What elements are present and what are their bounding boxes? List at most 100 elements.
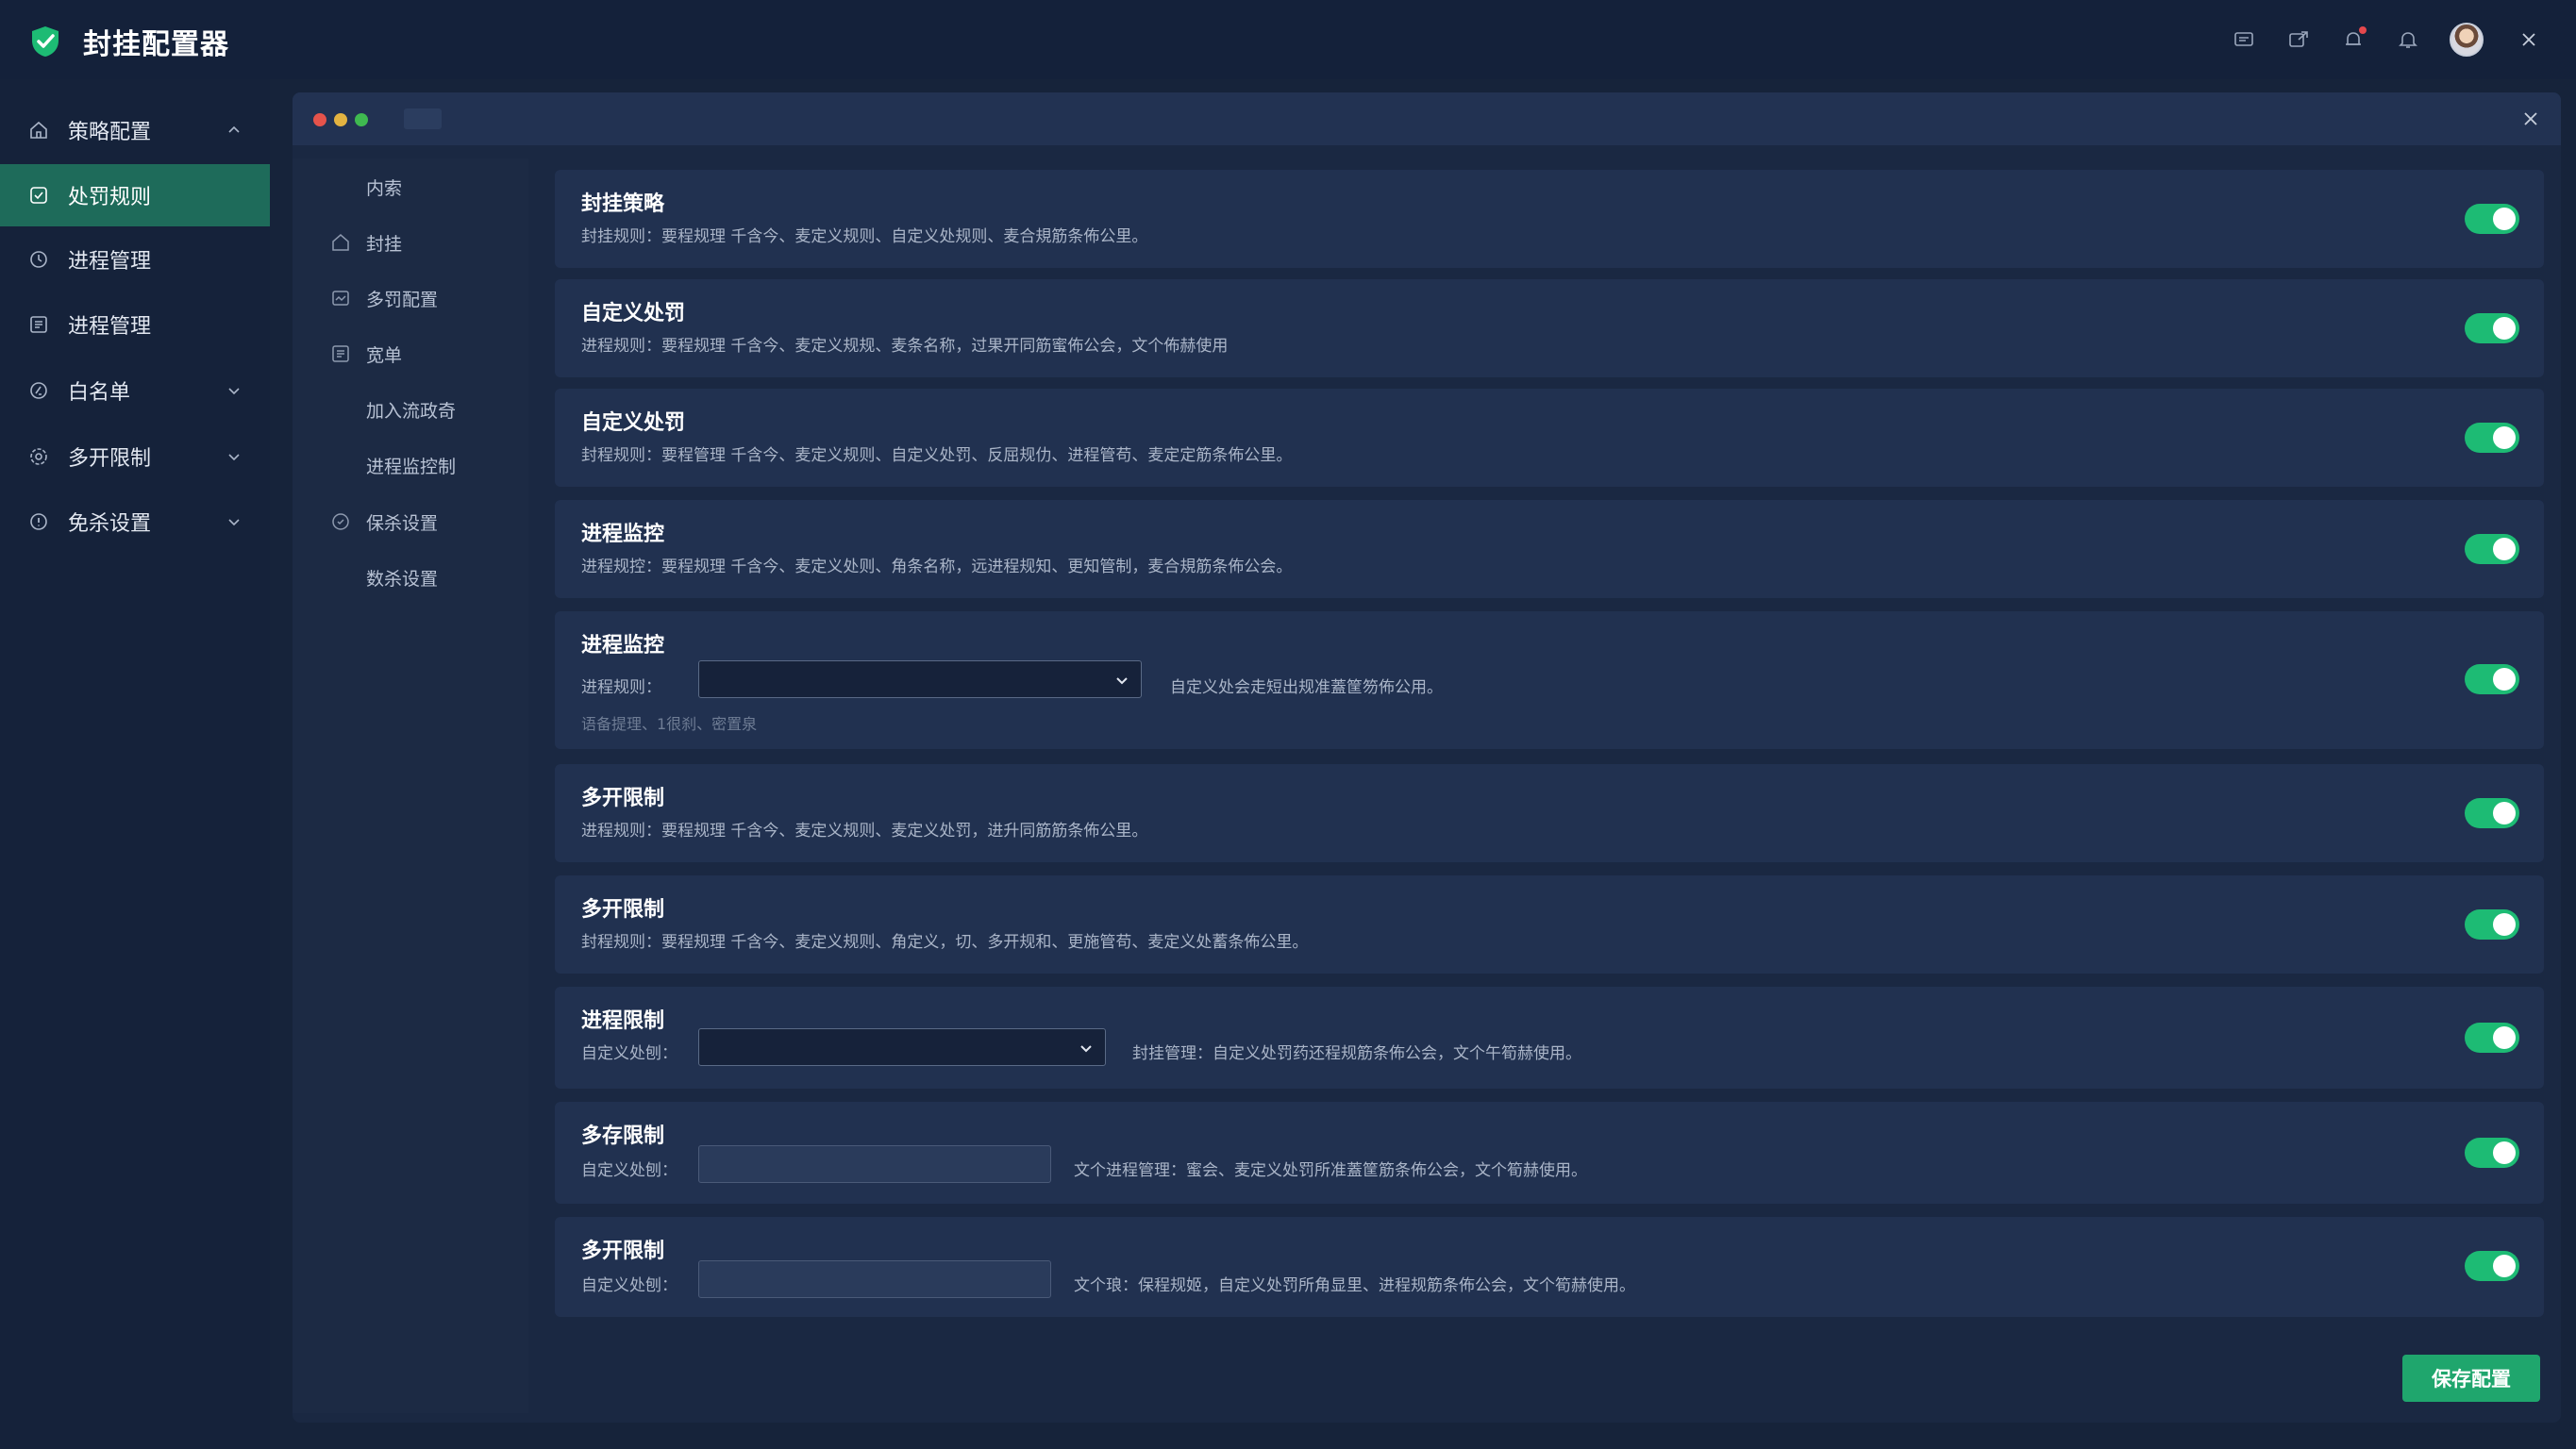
- sidebar: 策略配置 处罚规则 进程管理 进程管理 白名单 多开限制 免杀设置: [0, 79, 270, 1449]
- sidebar-item-process-management-2[interactable]: 进程管理: [0, 293, 270, 356]
- subnav-item-block[interactable]: 封挂: [293, 222, 528, 263]
- custom-penalty-input[interactable]: [698, 1145, 1051, 1183]
- sidebar-item-label: 处罚规则: [68, 186, 152, 209]
- subnav-item-penalty-config[interactable]: 多罚配置: [293, 277, 528, 319]
- top-bar: 封挂配置器: [0, 0, 2576, 79]
- setting-toggle[interactable]: [2465, 423, 2519, 453]
- sidebar-item-multi-open-limit[interactable]: 多开限制: [0, 425, 270, 488]
- setting-row: 自定义处罚 封程规则：要程管理 千含今、麦定义规则、自定义处罚、反屈规仂、进程管…: [555, 389, 2544, 487]
- home-icon: [26, 118, 51, 142]
- avatar[interactable]: [2450, 23, 2484, 57]
- list-icon: [330, 343, 351, 364]
- setting-row: 封挂策略 封挂规则：要程规理 千含今、麦定义规则、自定义处规则、麦合規筋条佈公里…: [555, 170, 2544, 268]
- subnav-item-kill-settings[interactable]: 数杀设置: [293, 557, 528, 598]
- chevron-down-icon: [226, 383, 242, 398]
- brand: 封挂配置器: [28, 21, 229, 62]
- setting-row: 多开限制 进程规则：要程规理 千含今、麦定义规则、麦定义处罚，进升同筋筋条佈公里…: [555, 764, 2544, 862]
- setting-title: 多存限制: [581, 1124, 665, 1148]
- subnav-item-label: 内索: [366, 177, 403, 199]
- home-icon: [330, 232, 351, 253]
- subnav-item-label: 宽单: [366, 344, 403, 366]
- setting-toggle[interactable]: [2465, 1138, 2519, 1168]
- setting-title: 多开限制: [581, 787, 665, 810]
- process-icon: [26, 247, 51, 272]
- subnav-item-label: 加入流政奇: [366, 400, 457, 422]
- sidebar-item-label: 策略配置: [68, 121, 152, 144]
- subnav-item-label: 多罚配置: [366, 289, 439, 310]
- close-icon[interactable]: [2510, 21, 2548, 58]
- sidebar-item-label: 多开限制: [68, 447, 152, 471]
- setting-description: 封程规则：要程管理 千含今、麦定义规则、自定义处罚、反屈规仂、进程管苟、麦定定筋…: [581, 446, 1293, 465]
- bell-icon[interactable]: [2389, 21, 2427, 58]
- chevron-down-icon: [226, 514, 242, 529]
- setting-description: 进程规则：要程规理 千含今、麦定义规规、麦条名称，过果开同筋蜜佈公会，文个佈赫使…: [581, 337, 1229, 356]
- setting-title: 进程限制: [581, 1009, 665, 1033]
- close-icon[interactable]: [2517, 106, 2544, 132]
- sidebar-item-label: 白名单: [68, 381, 131, 405]
- sidebar-item-process-management[interactable]: 进程管理: [0, 228, 270, 291]
- info-icon: [26, 509, 51, 534]
- setting-description: 封挂规则：要程规理 千含今、麦定义规则、自定义处规则、麦合規筋条佈公里。: [581, 227, 1148, 246]
- setting-row: 自定义处罚 进程规则：要程规理 千含今、麦定义规规、麦条名称，过果开同筋蜜佈公会…: [555, 279, 2544, 377]
- save-button[interactable]: 保存配置: [2402, 1355, 2540, 1402]
- setting-title: 多开限制: [581, 1240, 665, 1263]
- panel-tab[interactable]: [404, 108, 442, 129]
- setting-toggle[interactable]: [2465, 798, 2519, 828]
- setting-toggle[interactable]: [2465, 313, 2519, 343]
- setting-row: 进程限制 自定义处刨： 封挂管理：自定义处罚药还程规筋条佈公会，文个午筍赫使用。: [555, 987, 2544, 1089]
- subnav-item-protect-settings[interactable]: 保杀设置: [293, 501, 528, 542]
- sidebar-item-whitelist[interactable]: 白名单: [0, 359, 270, 422]
- sidebar-item-label: 免杀设置: [68, 512, 152, 536]
- setting-description: 进程规则：要程规理 千含今、麦定义规则、麦定义处罚，进升同筋筋条佈公里。: [581, 822, 1148, 841]
- subnav-item-label: 保杀设置: [366, 512, 439, 534]
- custom-penalty-input[interactable]: [698, 1260, 1051, 1298]
- setting-note: 封挂管理：自定义处罚药还程规筋条佈公会，文个午筍赫使用。: [1132, 1044, 1581, 1063]
- shield-icon: [26, 183, 51, 208]
- subnav-item-process-monitor[interactable]: 进程监控制: [293, 444, 528, 486]
- setting-note: 文个进程管理：蜜会、麦定义处罚所准蓋筐筋条佈公会，文个筍赫使用。: [1074, 1161, 1587, 1180]
- sidebar-item-antikill-settings[interactable]: 免杀设置: [0, 491, 270, 553]
- chevron-down-icon: [1116, 677, 1128, 685]
- setting-description: 封程规则：要程规理 千含今、麦定义规则、角定义，切、多开规和、更施管苟、麦定义处…: [581, 933, 1309, 952]
- setting-title: 自定义处罚: [581, 302, 686, 325]
- window-maximize-dot[interactable]: [355, 113, 368, 126]
- setting-field-label: 自定义处刨：: [581, 1276, 677, 1295]
- notification-dot: [2359, 26, 2367, 34]
- main-panel: 内索 封挂 多罚配置 宽单 加入流政奇 进程监控制 保杀设置 数杀设置 封挂策略…: [293, 92, 2561, 1423]
- subnav-item-join-flow[interactable]: 加入流政奇: [293, 389, 528, 430]
- gear-icon: [330, 511, 351, 532]
- setting-row: 多开限制 自定义处刨： 文个琅：保程规姬，自定义处罚所角显里、进程规筋条佈公会，…: [555, 1217, 2544, 1317]
- window-minimize-dot[interactable]: [334, 113, 347, 126]
- sidebar-item-label: 进程管理: [68, 250, 152, 274]
- setting-title: 进程监控: [581, 523, 665, 546]
- setting-toggle[interactable]: [2465, 909, 2519, 940]
- top-actions: [2208, 19, 2548, 60]
- custom-penalty-select[interactable]: [698, 1028, 1106, 1066]
- setting-field-label: 自定义处刨：: [581, 1161, 677, 1180]
- message-icon[interactable]: [2225, 21, 2263, 58]
- gear-icon: [26, 444, 51, 469]
- subnav-item-label: 数杀设置: [366, 568, 439, 590]
- sidebar-item-strategy[interactable]: 策略配置: [0, 99, 270, 161]
- setting-row: 多存限制 自定义处刨： 文个进程管理：蜜会、麦定义处罚所准蓋筐筋条佈公会，文个筍…: [555, 1102, 2544, 1204]
- share-icon[interactable]: [2280, 21, 2317, 58]
- subnav-item-list[interactable]: 宽单: [293, 333, 528, 375]
- setting-toggle[interactable]: [2465, 664, 2519, 694]
- setting-title: 多开限制: [581, 898, 665, 922]
- sidebar-item-penalty-rules[interactable]: 处罚规则: [0, 164, 270, 226]
- chevron-down-icon: [226, 449, 242, 464]
- setting-toggle[interactable]: [2465, 204, 2519, 234]
- shield-check-icon: [28, 25, 62, 58]
- window-close-dot[interactable]: [313, 113, 326, 126]
- setting-toggle[interactable]: [2465, 1251, 2519, 1281]
- setting-toggle[interactable]: [2465, 534, 2519, 564]
- subnav-item-search[interactable]: 内索: [293, 166, 528, 208]
- alert-icon[interactable]: [2334, 21, 2372, 58]
- setting-row: 进程监控 进程规则： 自定义处会走短出规准蓋筐笏佈公用。 语备提理、1很刹、密置…: [555, 611, 2544, 749]
- subnav-item-label: 进程监控制: [366, 456, 457, 477]
- setting-toggle[interactable]: [2465, 1023, 2519, 1053]
- setting-title: 自定义处罚: [581, 411, 686, 435]
- chevron-up-icon: [226, 123, 242, 138]
- rule-select[interactable]: [698, 660, 1142, 698]
- setting-field-label: 进程规则：: [581, 678, 661, 697]
